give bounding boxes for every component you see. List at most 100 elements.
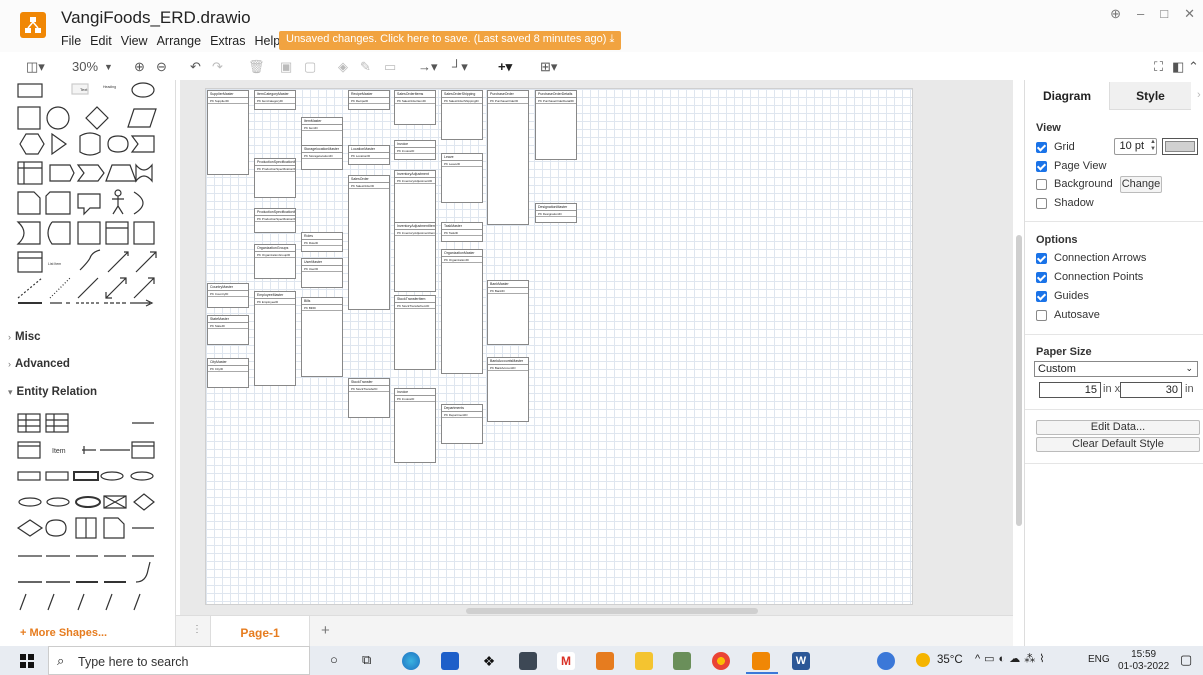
shadow-icon[interactable]: ▭ [384, 59, 396, 75]
word-icon[interactable]: W [792, 652, 810, 670]
section-advanced[interactable]: › Advanced [8, 358, 70, 370]
fullscreen-icon[interactable]: ⛶ [1154, 59, 1163, 75]
grid-size-stepper[interactable]: ▲ ▼ [1150, 139, 1156, 153]
zoom-in-icon[interactable]: ⊕ [134, 59, 145, 75]
erd-entity[interactable]: SupplierMaster PK SupplierID [207, 90, 249, 175]
connection-arrows-checkbox[interactable] [1036, 252, 1047, 264]
pages-menu-icon[interactable]: ⋮ [192, 624, 202, 635]
guides-checkbox[interactable] [1036, 290, 1047, 302]
app-icon[interactable] [519, 652, 537, 670]
gmail-icon[interactable]: M [557, 652, 575, 670]
zoom-out-icon[interactable]: ⊖ [156, 59, 167, 75]
redo-icon[interactable]: ↷ [212, 59, 223, 75]
erd-entity[interactable]: RecipeMaster PK RecipeID [348, 90, 390, 110]
menu-file[interactable]: File [61, 34, 81, 48]
erd-entity[interactable]: PurchaseOrder PK PurchaseOrderID [487, 90, 529, 225]
edit-data-button[interactable]: Edit Data... [1036, 420, 1200, 435]
taskbar-clock[interactable]: 15:59 01-03-2022 [1118, 649, 1169, 673]
erd-entity[interactable]: Bills PK BillID [301, 297, 343, 377]
maximize-button[interactable]: □ [1160, 6, 1168, 22]
shadow-checkbox[interactable] [1036, 197, 1047, 209]
shadow-option[interactable]: Shadow [1036, 197, 1094, 209]
table-icon[interactable]: ⊞▾ [540, 59, 557, 75]
guides-option[interactable]: Guides [1036, 290, 1089, 302]
erd-entity[interactable]: BankMaster PK BankID [487, 280, 529, 345]
zoom-dropdown-icon[interactable]: ▼ [104, 62, 113, 72]
erd-entity[interactable]: TaskMaster PK TaskID [441, 222, 483, 242]
add-page-icon[interactable]: + [321, 622, 330, 639]
erd-entity[interactable]: UserMaster PK UserID [301, 258, 343, 288]
erd-entity[interactable]: SalesOrderShipping PK SalesOrderShippingI… [441, 90, 483, 140]
grid-color-button[interactable] [1162, 138, 1198, 155]
erd-entity[interactable]: Departments PK DepartmentID [441, 404, 483, 444]
erd-entity[interactable]: StoragelocationMaster PK StoragelocationI… [301, 145, 343, 170]
format-panel-toggle-icon[interactable]: ◫▾ [26, 59, 45, 75]
tab-page-1[interactable]: Page-1 [210, 616, 310, 647]
cortana-icon[interactable]: ○ [330, 652, 338, 667]
page-view-option[interactable]: Page View [1036, 160, 1106, 172]
chrome-icon[interactable] [712, 652, 730, 670]
erd-entity[interactable]: StateMaster PK StateID [207, 315, 249, 345]
erd-entity[interactable]: Invoice PK InvoiceID [394, 140, 436, 160]
undo-icon[interactable]: ↶ [190, 59, 201, 75]
section-entity-relation[interactable]: ▾ Entity Relation [8, 386, 97, 398]
erd-entity[interactable]: ProductionSpecificationMasterPK Producti… [254, 208, 296, 233]
weather-temperature[interactable]: 35°C [937, 654, 963, 666]
language-indicator[interactable]: ENG [1088, 654, 1110, 665]
erd-entity[interactable]: InventoryAdjustment PK InventoryAdjustmen… [394, 170, 436, 225]
help-icon[interactable] [877, 652, 895, 670]
menu-extras[interactable]: Extras [210, 34, 245, 48]
insert-icon[interactable]: +▾ [498, 59, 512, 75]
close-button[interactable]: ✕ [1184, 6, 1195, 22]
erd-entity[interactable]: SalesOrderItems PK SalesOrderItemID [394, 90, 436, 125]
to-back-icon[interactable]: ▢ [304, 59, 316, 75]
document-title[interactable]: VangiFoods_ERD.drawio [61, 8, 251, 28]
paper-width-input[interactable]: 15 [1039, 382, 1101, 398]
xampp-icon[interactable] [596, 652, 614, 670]
notifications-icon[interactable]: ▢ [1180, 652, 1192, 668]
system-tray-icons[interactable]: ^▭◐☁⁂⌇ [975, 652, 1049, 665]
background-checkbox[interactable] [1036, 178, 1047, 190]
erd-entity[interactable]: SalesOrder PK SalesOrderID [348, 175, 390, 310]
fill-color-icon[interactable]: ◈ [338, 59, 348, 75]
shape-palette[interactable]: Text Heading List Item Item [0, 80, 176, 620]
paper-size-select[interactable]: Custom ⌄ [1034, 361, 1198, 377]
windows-start-icon[interactable] [20, 654, 34, 668]
erd-entity[interactable]: StockTransfer PK StockTransferID [348, 378, 390, 418]
vertical-scrollbar[interactable] [1016, 235, 1022, 526]
weather-icon[interactable] [916, 653, 930, 667]
globe-icon[interactable]: ⊕ [1110, 6, 1121, 22]
erd-entity[interactable]: BankAccountsMaster PK BankAccountID [487, 357, 529, 422]
erd-entity[interactable]: PurchaseOrderDetails PK PurchaseOrderDeta… [535, 90, 577, 160]
erd-entity[interactable]: ItemCategoryMaster PK ItemCategoryID [254, 90, 296, 110]
line-color-icon[interactable]: ✎ [360, 59, 371, 75]
erd-entity[interactable]: Invoice PK InvoiceID [394, 388, 436, 463]
autosave-option[interactable]: Autosave [1036, 309, 1100, 321]
erd-entity[interactable]: EmployeeMaster PK EmployeeID [254, 291, 296, 386]
connection-points-checkbox[interactable] [1036, 271, 1047, 283]
zoom-level[interactable]: 30% [72, 59, 98, 74]
clear-default-style-button[interactable]: Clear Default Style [1036, 437, 1200, 452]
erd-entity[interactable]: StockTransferItem PK StockTransferItemID [394, 295, 436, 370]
dropbox-icon[interactable]: ❖ [480, 652, 498, 670]
tab-diagram[interactable]: Diagram [1025, 82, 1109, 110]
connection-icon[interactable]: →▾ [418, 59, 438, 75]
section-misc[interactable]: › Misc [8, 331, 41, 343]
edge-icon[interactable] [402, 652, 420, 670]
menu-edit[interactable]: Edit [90, 34, 112, 48]
menu-arrange[interactable]: Arrange [157, 34, 201, 48]
page-view-checkbox[interactable] [1036, 160, 1047, 172]
grid-checkbox[interactable] [1036, 141, 1047, 153]
app-icon-2[interactable] [673, 652, 691, 670]
erd-entity[interactable]: CountryMaster PK CountryID [207, 283, 249, 308]
horizontal-scrollbar[interactable] [466, 608, 758, 614]
to-front-icon[interactable]: ▣ [280, 59, 292, 75]
store-icon[interactable] [441, 652, 459, 670]
erd-entity[interactable]: ProductionSpecificationMasterPK Producti… [254, 158, 296, 198]
menu-help[interactable]: Help [255, 34, 281, 48]
grid-option[interactable]: Grid [1036, 141, 1075, 153]
erd-entity[interactable]: OrganizationMaster PK OrganizationID [441, 249, 483, 374]
tab-style[interactable]: Style [1109, 82, 1191, 110]
delete-icon[interactable]: 🗑 [248, 59, 265, 75]
file-explorer-icon[interactable] [635, 652, 653, 670]
